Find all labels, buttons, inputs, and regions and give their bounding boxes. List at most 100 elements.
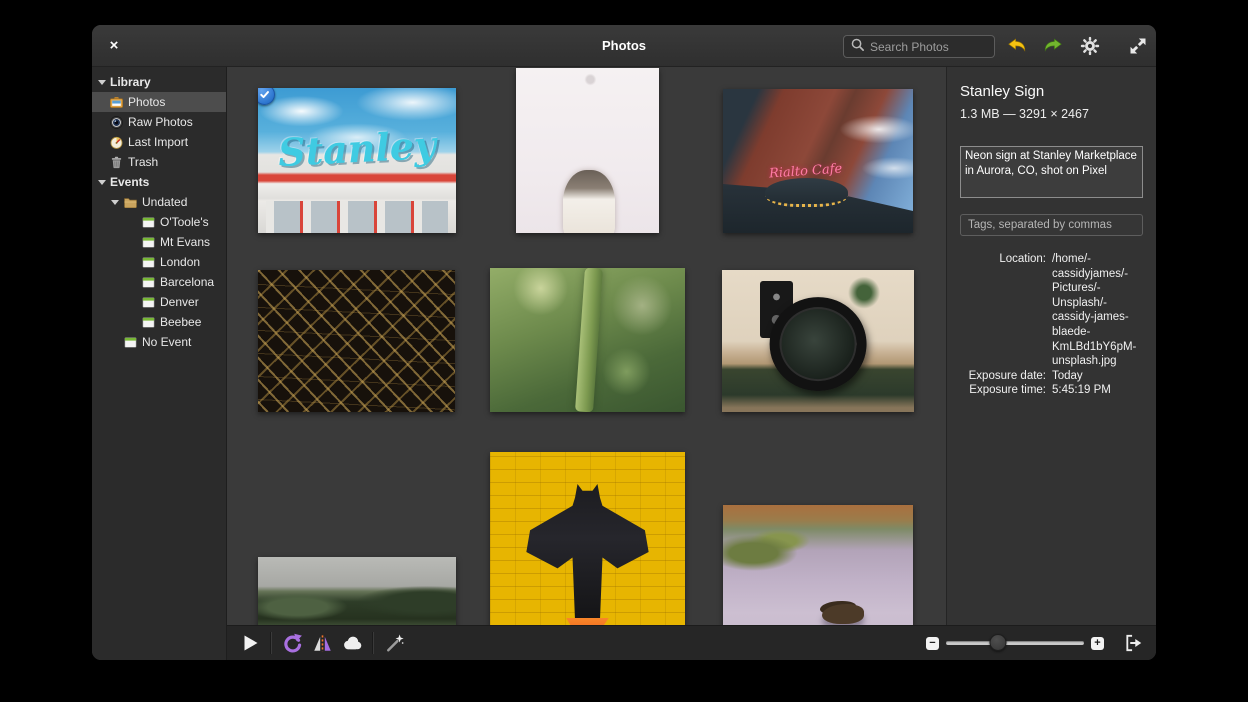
flip-icon bbox=[313, 634, 331, 652]
exposure-date-row: Exposure date: Today bbox=[960, 369, 1143, 384]
selection-check-badge[interactable] bbox=[258, 88, 275, 105]
toolbar-separator bbox=[270, 632, 272, 654]
exposure-time-row: Exposure time: 5:45:19 PM bbox=[960, 383, 1143, 398]
photo-tags-input[interactable] bbox=[960, 214, 1143, 236]
event-icon bbox=[141, 255, 156, 270]
photo-size-dimensions: 1.3 MB — 3291 × 2467 bbox=[960, 107, 1089, 121]
gear-icon bbox=[1080, 36, 1100, 56]
sidebar-item-beebee[interactable]: Beebee bbox=[92, 312, 226, 332]
sidebar-section-library[interactable]: Library bbox=[92, 72, 226, 92]
event-icon bbox=[141, 215, 156, 230]
photo-description-field[interactable]: Neon sign at Stanley Marketplace in Auro… bbox=[960, 146, 1143, 198]
export-button[interactable] bbox=[1120, 630, 1146, 656]
zoom-slider[interactable] bbox=[946, 634, 1084, 652]
close-button[interactable]: × bbox=[104, 35, 124, 57]
photo-thumbnail-rialto-cafe[interactable]: Rialto Cafe bbox=[723, 89, 913, 233]
sidebar-item-london[interactable]: London bbox=[92, 252, 226, 272]
event-icon bbox=[141, 235, 156, 250]
disclosure-triangle-icon[interactable] bbox=[111, 199, 119, 205]
sidebar-item-label: Beebee bbox=[160, 315, 202, 329]
exit-arrow-icon bbox=[1126, 634, 1142, 652]
sidebar-section-events[interactable]: Events bbox=[92, 172, 226, 192]
redo-button[interactable] bbox=[1041, 34, 1065, 58]
sidebar-item-photos[interactable]: Photos bbox=[92, 92, 226, 112]
zoom-controls: − + bbox=[926, 630, 1146, 656]
location-label: Location: bbox=[999, 253, 1046, 265]
photo-thumbnail-stanley-sign[interactable]: Stanley bbox=[258, 88, 456, 233]
zoom-slider-track[interactable] bbox=[946, 641, 1084, 645]
photos-icon bbox=[109, 95, 124, 110]
sidebar-item-undated[interactable]: Undated bbox=[92, 192, 226, 212]
event-icon bbox=[141, 295, 156, 310]
search-entry[interactable] bbox=[843, 35, 995, 58]
flip-button[interactable] bbox=[307, 629, 337, 657]
sidebar-item-label: O'Toole's bbox=[160, 215, 209, 229]
sidebar-item-no-event[interactable]: No Event bbox=[92, 332, 226, 352]
redo-icon bbox=[1044, 38, 1062, 52]
photos-app-window: × Photos Search Photos Library Photos Ra… bbox=[92, 25, 1156, 660]
search-icon bbox=[850, 37, 865, 57]
sidebar-item-label: Raw Photos bbox=[128, 115, 193, 129]
camera-lens-icon bbox=[109, 115, 124, 130]
folder-icon bbox=[123, 195, 138, 210]
stanley-neon-sign-text: Stanley bbox=[276, 121, 438, 175]
zoom-out-button[interactable]: − bbox=[926, 636, 939, 650]
photo-info-panel: Stanley Sign 1.3 MB — 3291 × 2467 Neon s… bbox=[946, 67, 1156, 625]
photo-thumbnail-succulent[interactable] bbox=[490, 268, 685, 412]
photo-thumbnail-cat[interactable] bbox=[516, 68, 659, 233]
location-value: /home/- cassidyjames/- Pictures/- Unspla… bbox=[1052, 253, 1137, 368]
photo-thumbnail-circuit-board[interactable] bbox=[258, 270, 455, 412]
slideshow-button[interactable] bbox=[235, 629, 265, 657]
photo-thumbnail-tele-lens[interactable] bbox=[722, 270, 914, 412]
sidebar-item-denver[interactable]: Denver bbox=[92, 292, 226, 312]
undo-icon bbox=[1008, 38, 1026, 52]
sidebar-item-raw-photos[interactable]: Raw Photos bbox=[92, 112, 226, 132]
sidebar-item-label: London bbox=[160, 255, 201, 269]
exposure-time-label: Exposure time: bbox=[969, 384, 1046, 397]
disclosure-triangle-icon[interactable] bbox=[98, 79, 106, 85]
search-input[interactable] bbox=[870, 39, 988, 54]
enhance-button[interactable] bbox=[379, 629, 409, 657]
fullscreen-icon bbox=[1130, 38, 1146, 54]
sidebar-item-label: Barcelona bbox=[160, 275, 215, 289]
events-section-label: Events bbox=[110, 175, 150, 189]
cloud-icon bbox=[344, 636, 362, 650]
zoom-slider-handle[interactable] bbox=[989, 634, 1007, 651]
photo-thumbnail-duck[interactable] bbox=[723, 505, 913, 625]
check-icon bbox=[260, 91, 269, 99]
trash-icon bbox=[109, 155, 124, 170]
zoom-in-button[interactable]: + bbox=[1091, 636, 1104, 650]
exposure-date-label: Exposure date: bbox=[968, 369, 1046, 382]
headerbar: × Photos bbox=[92, 25, 1156, 67]
event-icon bbox=[141, 275, 156, 290]
event-icon bbox=[123, 335, 138, 350]
rialto-cafe-neon-text: Rialto Cafe bbox=[768, 161, 843, 182]
sidebar: Library Photos Raw Photos Last Import Tr… bbox=[92, 67, 227, 660]
sidebar-item-label: Trash bbox=[128, 155, 159, 169]
disclosure-triangle-icon[interactable] bbox=[98, 179, 106, 185]
location-row: Location: /home/- cassidyjames/- Picture… bbox=[960, 252, 1143, 369]
sidebar-item-label: Mt Evans bbox=[160, 235, 211, 249]
toolbar-separator bbox=[372, 632, 374, 654]
library-section-label: Library bbox=[110, 75, 151, 89]
settings-button[interactable] bbox=[1078, 34, 1102, 58]
sidebar-item-otooles[interactable]: O'Toole's bbox=[92, 212, 226, 232]
exposure-date-value: Today bbox=[1052, 369, 1083, 382]
sidebar-item-last-import[interactable]: Last Import bbox=[92, 132, 226, 152]
photo-grid: Stanley Rialto Cafe bbox=[227, 67, 946, 625]
sidebar-item-label: Denver bbox=[160, 295, 199, 309]
sidebar-item-barcelona[interactable]: Barcelona bbox=[92, 272, 226, 292]
sidebar-item-label: Undated bbox=[142, 195, 188, 209]
sidebar-item-trash[interactable]: Trash bbox=[92, 152, 226, 172]
sidebar-item-mt-evans[interactable]: Mt Evans bbox=[92, 232, 226, 252]
photo-thumbnail-lego-batman[interactable] bbox=[490, 452, 685, 625]
play-icon bbox=[244, 635, 258, 651]
undo-button[interactable] bbox=[1005, 34, 1029, 58]
magic-wand-icon bbox=[386, 633, 404, 651]
fullscreen-button[interactable] bbox=[1126, 34, 1150, 58]
publish-button[interactable] bbox=[337, 629, 367, 657]
sidebar-item-label: Photos bbox=[128, 95, 166, 109]
rotate-button[interactable] bbox=[277, 629, 307, 657]
photo-thumbnail-forest[interactable] bbox=[258, 557, 456, 625]
photo-title: Stanley Sign bbox=[960, 83, 1045, 100]
